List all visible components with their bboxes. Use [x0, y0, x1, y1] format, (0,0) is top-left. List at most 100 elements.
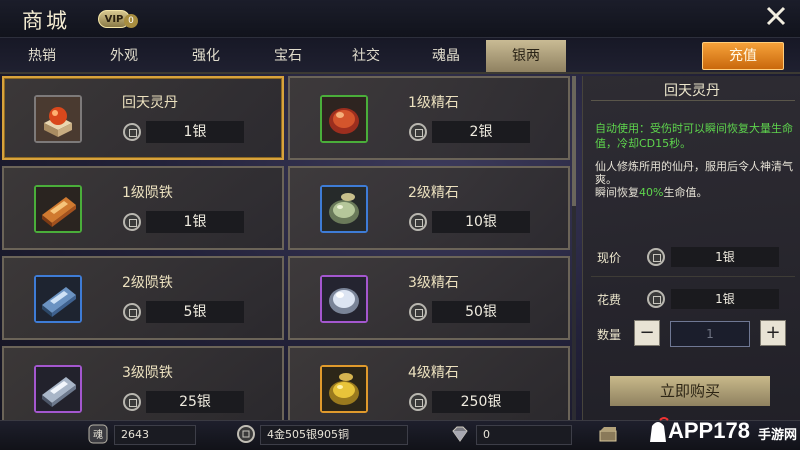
silver-coin-icon [123, 393, 141, 411]
close-button[interactable] [763, 4, 789, 30]
item-icon-frame [34, 365, 82, 413]
page-title: 商城 [22, 9, 70, 33]
quantity-input[interactable] [670, 321, 750, 347]
item-icon-frame [320, 185, 368, 233]
treasure-chest-icon[interactable] [598, 424, 618, 444]
silver-coin-icon [409, 303, 427, 321]
silver-coin-icon [409, 393, 427, 411]
silver-ingot-icon [36, 367, 80, 411]
item-icon-frame [320, 365, 368, 413]
diamond-icon [452, 426, 468, 442]
quantity-increase-button[interactable]: + [760, 320, 786, 346]
watermark-main: APP178 [668, 418, 750, 443]
svg-text:魂: 魂 [93, 428, 103, 441]
tab-social[interactable]: 社交 [326, 40, 406, 72]
detail-auto-use-text: 自动使用：受伤时可以瞬间恢复大量生命值，冷却CD15秒。 [595, 122, 793, 150]
pill-icon [36, 97, 80, 141]
item-card-huitian-pill[interactable]: 回天灵丹 1银 [2, 76, 284, 160]
close-icon [766, 6, 786, 26]
app178-watermark-logo: APP178 手游网 [640, 412, 800, 448]
silver-coin-icon [237, 425, 255, 443]
top-bar: 商城 VIP 0 [0, 0, 800, 38]
grid-scrollbar[interactable] [572, 76, 576, 420]
item-name: 3级精石 [408, 275, 459, 291]
description-line: 瞬间恢复40%生命值。 [595, 186, 795, 199]
blue-ingot-icon [36, 277, 80, 321]
item-name: 1级精石 [408, 95, 459, 111]
buy-now-button[interactable]: 立即购买 [610, 376, 770, 406]
tab-silver[interactable]: 银两 [486, 40, 566, 72]
item-name: 1级陨铁 [122, 185, 173, 201]
item-icon-frame [320, 95, 368, 143]
gold-stone-icon [322, 367, 366, 411]
category-tabs: 热销 外观 强化 宝石 社交 魂晶 银两 [0, 38, 800, 74]
soul-icon: 魂 [88, 424, 108, 444]
tab-soul-crystal[interactable]: 魂晶 [406, 40, 486, 72]
detail-description: 仙人修炼所用的仙丹，服用后令人神清气爽。 瞬间恢复40%生命值。 [595, 160, 795, 199]
item-name: 3级陨铁 [122, 365, 173, 381]
red-stone-icon [322, 97, 366, 141]
item-name: 2级精石 [408, 185, 459, 201]
item-icon-frame [320, 275, 368, 323]
current-price-label: 现价 [597, 251, 622, 265]
item-price: 1银 [146, 121, 244, 143]
tab-enhance[interactable]: 强化 [166, 40, 246, 72]
item-card-lv2-meteor-iron[interactable]: 2级陨铁 5银 [2, 256, 284, 340]
cost-label: 花费 [597, 293, 622, 307]
watermark-sub: 手游网 [758, 428, 798, 443]
silver-coin-icon [123, 303, 141, 321]
item-price: 250银 [432, 391, 530, 413]
silver-coin-icon [647, 290, 665, 308]
vip-badge[interactable]: VIP 0 [98, 10, 138, 30]
heal-percent: 40% [639, 186, 664, 199]
item-card-lv1-meteor-iron[interactable]: 1级陨铁 1银 [2, 166, 284, 250]
soul-amount: 2643 [114, 425, 196, 445]
item-card-lv1-refine-stone[interactable]: 1级精石 2银 [288, 76, 570, 160]
current-price-value: 1银 [671, 247, 779, 267]
item-card-lv4-refine-stone[interactable]: 4级精石 250银 [288, 346, 570, 420]
item-price: 2银 [432, 121, 530, 143]
item-card-lv3-refine-stone[interactable]: 3级精石 50银 [288, 256, 570, 340]
money-amount: 4金505银905铜 [260, 425, 408, 445]
item-price: 10银 [432, 211, 530, 233]
item-card-lv2-refine-stone[interactable]: 2级精石 10银 [288, 166, 570, 250]
item-price: 5银 [146, 301, 244, 323]
item-name: 回天灵丹 [122, 95, 178, 111]
silver-coin-icon [123, 123, 141, 141]
silver-coin-icon [647, 248, 665, 266]
item-icon-frame [34, 185, 82, 233]
green-stone-icon [322, 187, 366, 231]
item-name: 4级精石 [408, 365, 459, 381]
detail-item-name: 回天灵丹 [664, 83, 720, 99]
silver-coin-icon [409, 213, 427, 231]
item-name: 2级陨铁 [122, 275, 173, 291]
item-price: 25银 [146, 391, 244, 413]
recharge-button[interactable]: 充值 [702, 42, 784, 70]
cost-value: 1银 [671, 289, 779, 309]
copper-ingot-icon [36, 187, 80, 231]
vip-level: 0 [124, 14, 138, 28]
diamond-amount: 0 [476, 425, 572, 445]
item-price: 50银 [432, 301, 530, 323]
item-detail-panel: 回天灵丹 自动使用：受伤时可以瞬间恢复大量生命值，冷却CD15秒。 仙人修炼所用… [582, 76, 800, 420]
item-grid: 回天灵丹 1银 1级精石 2银 1级陨铁 1银 2级精石 10银 2级陨铁 5银… [0, 76, 576, 420]
desc-suffix: 生命值。 [663, 186, 708, 199]
tab-appearance[interactable]: 外观 [84, 40, 164, 72]
tab-gem[interactable]: 宝石 [248, 40, 328, 72]
bell-icon [650, 417, 669, 442]
item-icon-frame [34, 275, 82, 323]
silver-coin-icon [409, 123, 427, 141]
silver-coin-icon [123, 213, 141, 231]
desc-prefix: 瞬间恢复 [595, 186, 639, 199]
item-icon-frame [34, 95, 82, 143]
quantity-decrease-button[interactable]: − [634, 320, 660, 346]
divider [591, 276, 795, 277]
item-card-lv3-meteor-iron[interactable]: 3级陨铁 25银 [2, 346, 284, 420]
divider [591, 100, 795, 101]
quantity-label: 数量 [597, 328, 622, 342]
scrollbar-thumb[interactable] [572, 76, 576, 206]
white-stone-icon [322, 277, 366, 321]
description-line: 仙人修炼所用的仙丹，服用后令人神清气爽。 [595, 160, 793, 186]
item-price: 1银 [146, 211, 244, 233]
tab-hot[interactable]: 热销 [2, 40, 82, 72]
